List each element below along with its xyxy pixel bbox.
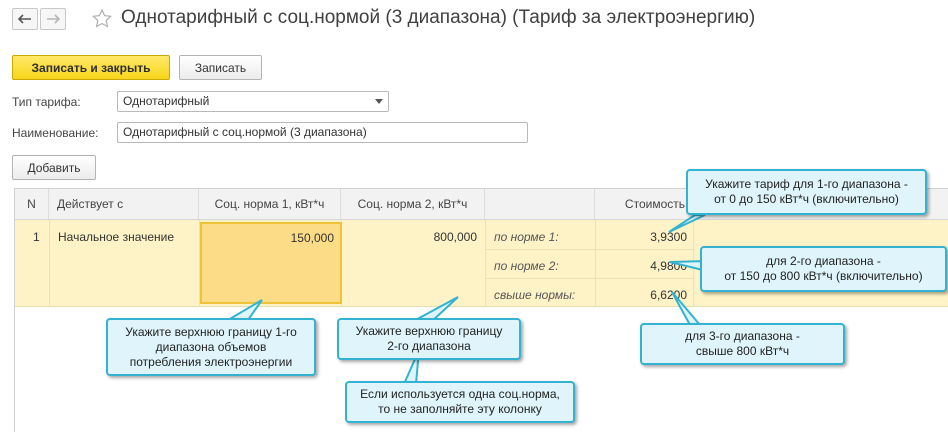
tariff-type-value: Однотарифный	[123, 94, 210, 108]
callout-upper1: Укажите верхнюю границу 1-го диапазона о…	[106, 318, 316, 376]
column-header-norm2[interactable]: Соц. норма 2, кВт*ч	[341, 189, 485, 219]
column-header-effective-from[interactable]: Действует с	[49, 189, 199, 219]
cost-norm1-cell[interactable]: 3,9300	[650, 230, 687, 244]
callout-upper1-line1: Укажите верхнюю границу 1-го	[125, 324, 297, 339]
add-button[interactable]: Добавить	[12, 155, 96, 180]
dropdown-arrow-icon[interactable]	[370, 92, 388, 111]
band-label-norm1: по норме 1:	[494, 230, 559, 244]
band-label-norm2: по норме 2:	[494, 259, 559, 273]
save-button[interactable]: Записать	[179, 55, 262, 80]
callout-single-norm-line2: то не заполняйте эту колонку	[378, 402, 542, 416]
name-label: Наименование:	[12, 126, 99, 140]
callout-range2-line1: для 2-го диапазона -	[766, 254, 881, 268]
forward-button[interactable]	[40, 8, 66, 30]
column-header-band[interactable]	[485, 189, 595, 219]
column-header-cost[interactable]: Стоимость	[595, 189, 695, 219]
arrow-left-icon	[18, 14, 31, 24]
tariff-type-label: Тип тарифа:	[12, 95, 81, 109]
cost-norm2-cell[interactable]: 4,9800	[650, 259, 687, 273]
arrow-right-icon	[47, 14, 60, 24]
norm2-cell[interactable]: 800,000	[434, 230, 477, 244]
callout-range3-line2: свыше 800 кВт*ч	[695, 344, 790, 358]
callout-single-norm-line1: Если используется одна соц.норма,	[360, 387, 560, 401]
favorite-star-icon[interactable]	[91, 8, 113, 31]
column-header-norm1[interactable]: Соц. норма 1, кВт*ч	[199, 189, 341, 219]
back-button[interactable]	[12, 8, 38, 30]
effective-from-cell[interactable]: Начальное значение	[58, 230, 174, 244]
row-number: 1	[33, 230, 40, 244]
callout-range2: для 2-го диапазона - от 150 до 800 кВт*ч…	[700, 246, 947, 292]
name-input[interactable]: Однотарифный с соц.нормой (3 диапазона)	[117, 122, 528, 143]
window-title: Однотарифный с соц.нормой (3 диапазона) …	[121, 7, 756, 28]
column-header-n[interactable]: N	[15, 189, 49, 219]
callout-range3-line1: для 3-го диапазона -	[685, 329, 800, 343]
callout-upper1-line3: потребления электроэнергии	[129, 354, 293, 369]
callout-range3: для 3-го диапазона - свыше 800 кВт*ч	[640, 323, 845, 365]
norm1-input[interactable]: 150,000	[200, 222, 342, 304]
tariff-type-select[interactable]: Однотарифный	[117, 91, 389, 112]
cost-above-cell[interactable]: 6,6200	[650, 288, 687, 302]
callout-upper2-line1: Укажите верхнюю границу	[355, 324, 503, 338]
callout-range1: Укажите тариф для 1-го диапазона - от 0 …	[686, 169, 927, 215]
callout-range1-line2: от 0 до 150 кВт*ч (включительно)	[714, 192, 899, 206]
norm1-value: 150,000	[290, 231, 334, 245]
callout-upper1-line2: диапазона объемов	[155, 339, 267, 354]
save-and-close-button[interactable]: Записать и закрыть	[12, 55, 170, 80]
callout-range2-line2: от 150 до 800 кВт*ч (включительно)	[724, 269, 923, 283]
band-label-above: свыше нормы:	[494, 288, 576, 302]
callout-upper2-line2: 2-го диапазона	[387, 339, 471, 353]
callout-range1-line1: Укажите тариф для 1-го диапазона -	[705, 177, 908, 191]
callout-upper2: Укажите верхнюю границу 2-го диапазона	[337, 318, 521, 360]
callout-single-norm: Если используется одна соц.норма, то не …	[345, 381, 575, 423]
